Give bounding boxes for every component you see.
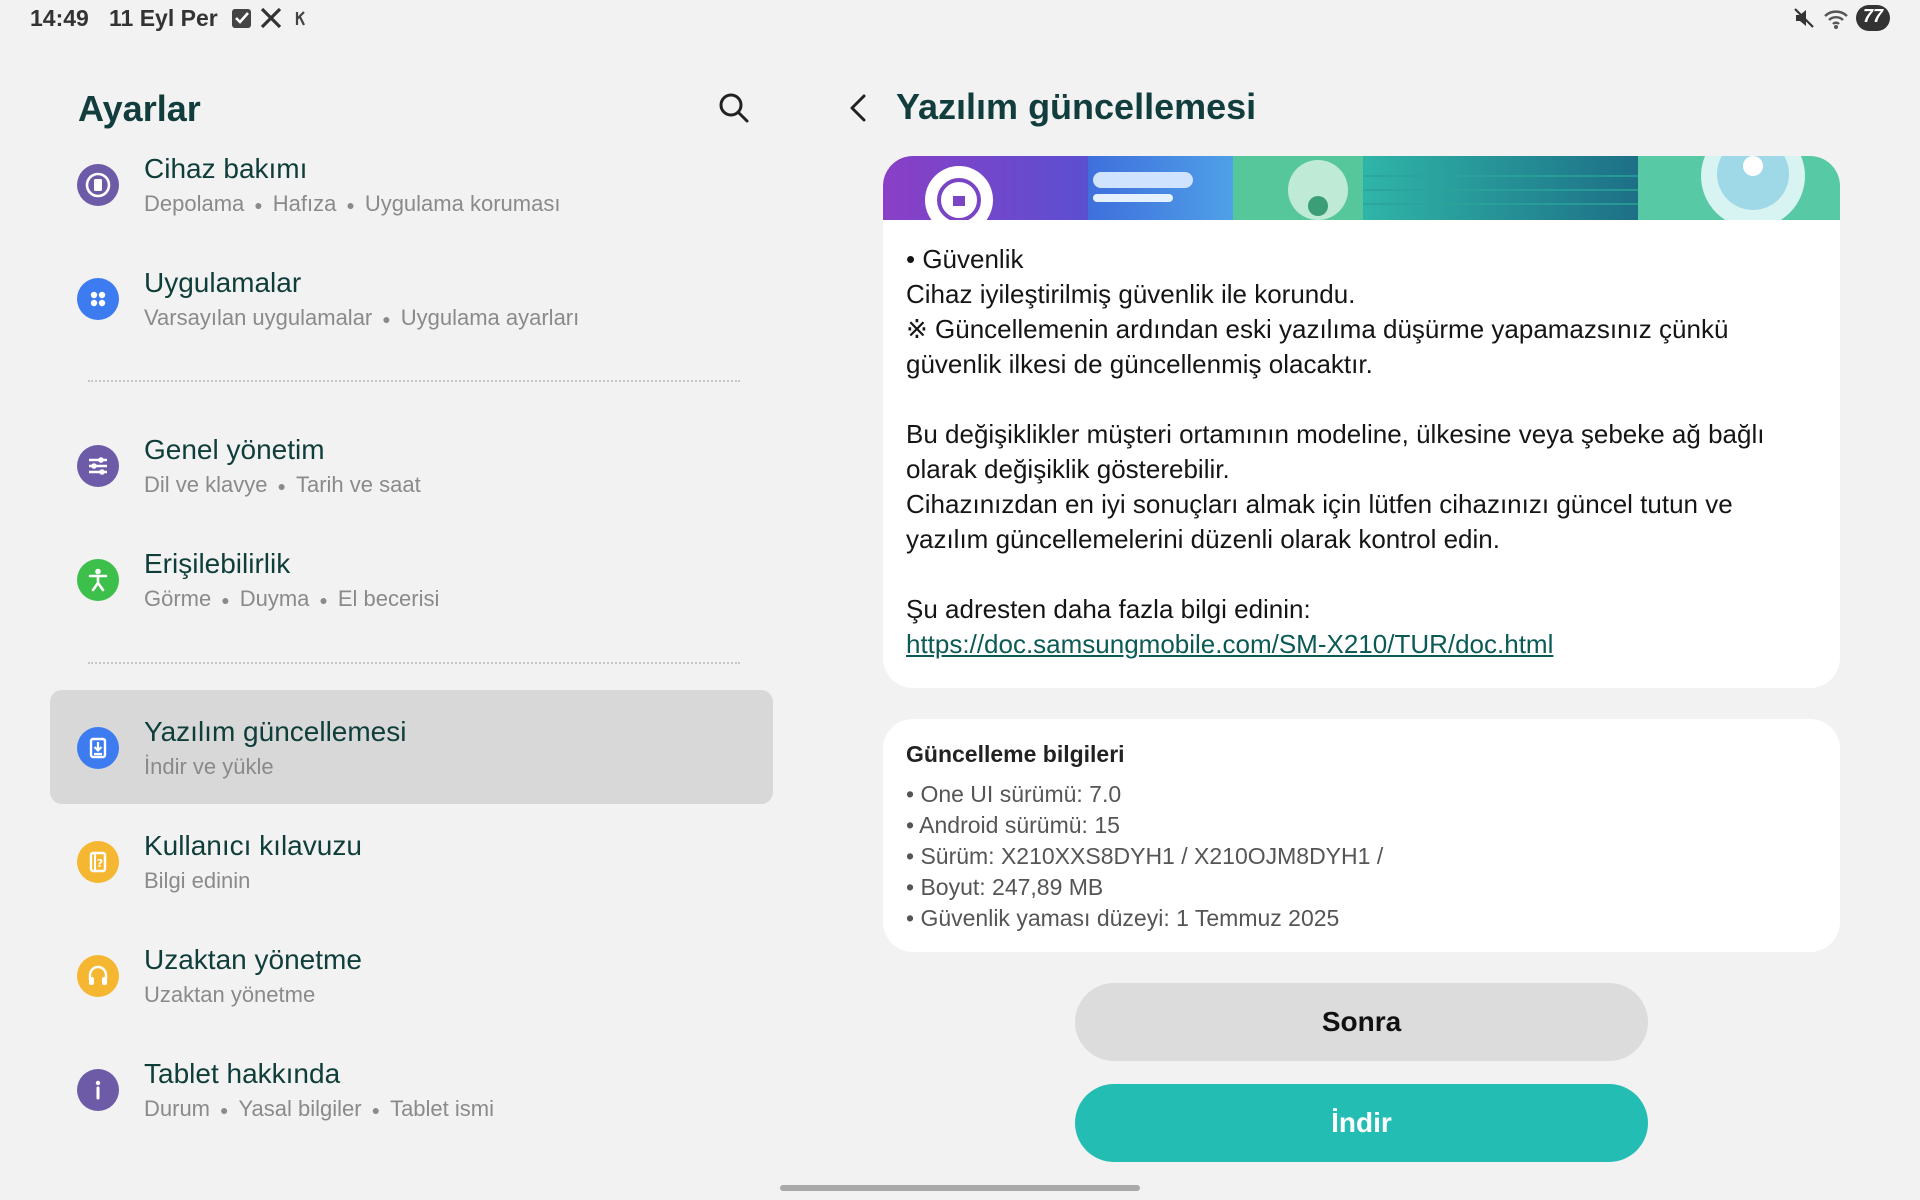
x-logo-icon (260, 7, 282, 29)
mute-icon (1794, 8, 1814, 28)
release-notes-text: • Güvenlik Cihaz iyileştirilmiş güvenlik… (906, 242, 1817, 662)
item-title: Uygulamalar (144, 267, 302, 298)
item-subtitle: Bilgi edinin (144, 868, 251, 893)
date: 11 Eyl Per (109, 5, 218, 31)
item-subtitle: Görme ● Duyma ● El becerisi (144, 586, 440, 611)
clock: 14:49 (30, 5, 89, 31)
accessibility-icon (77, 559, 119, 601)
section-divider (88, 662, 740, 664)
update-page-title: Yazılım güncellemesi (896, 86, 1257, 127)
note-line: Cihazınızdan en iyi sonuçları almak için… (906, 489, 1733, 519)
status-bar: 14:49 11 Eyl Per 77 (0, 0, 1920, 40)
note-line: yazılım güncellemelerini düzenli olarak … (906, 524, 1500, 554)
info-icon (77, 1069, 119, 1111)
device-care-icon (77, 164, 119, 206)
note-line: Bu değişiklikler müşteri ortamının model… (906, 419, 1765, 449)
info-item: • Android sürümü: 15 (906, 812, 1120, 838)
note-line: olarak değişiklik gösterebilir. (906, 454, 1230, 484)
search-icon[interactable] (716, 90, 752, 126)
item-subtitle: Varsayılan uygulamalar ● Uygulama ayarları (144, 305, 580, 330)
checkbox-icon (232, 9, 251, 28)
gesture-nav-handle[interactable] (780, 1185, 1140, 1191)
security-line: ※ Güncellemenin ardından eski yazılıma d… (906, 314, 1729, 344)
settings-item-user-manual[interactable]: ? Kullanıcı kılavuzu Bilgi edinin (50, 804, 773, 918)
settings-item-about-tablet[interactable]: Tablet hakkında Durum ● Yasal bilgiler ● Tab… (50, 1032, 773, 1146)
item-subtitle: İndir ve yükle (144, 754, 274, 779)
svg-text:?: ? (97, 857, 103, 870)
settings-item-remote-support[interactable]: Uzaktan yönetme Uzaktan yönetme (50, 918, 773, 1032)
security-heading: • Güvenlik (906, 244, 1024, 274)
software-update-icon (77, 727, 119, 769)
wifi-icon (1824, 10, 1848, 29)
sliders-icon (77, 445, 119, 487)
later-button[interactable]: Sonra (1075, 983, 1648, 1061)
user-manual-icon: ? (77, 841, 119, 883)
info-item: • One UI sürümü: 7.0 (906, 781, 1122, 807)
item-title: Kullanıcı kılavuzu (144, 830, 362, 861)
update-info-title: Güncelleme bilgileri (906, 741, 1125, 767)
item-title: Genel yönetim (144, 434, 325, 465)
settings-item-general-management[interactable]: Genel yönetim Dil ve klavye ● Tarih ve saa… (50, 408, 773, 522)
settings-item-device-care[interactable]: Cihaz bakımı Depolama ● Hafıza ● Uygulama ko… (50, 127, 773, 241)
security-line: Cihaz iyileştirilmiş güvenlik ile korund… (906, 279, 1356, 309)
update-banner-image (883, 156, 1840, 220)
info-item: • Sürüm: X210XXS8DYH1 / X210OJM8DYH1 / (906, 843, 1384, 869)
item-title: Tablet hakkında (144, 1058, 341, 1089)
battery-level: 77 (1862, 6, 1884, 26)
download-button[interactable]: İndir (1075, 1084, 1648, 1162)
item-title: Erişilebilirlik (144, 548, 291, 579)
back-arrow-icon[interactable] (840, 88, 876, 128)
item-title: Yazılım güncellemesi (144, 716, 407, 747)
settings-item-apps[interactable]: Uygulamalar Varsayılan uygulamalar ● Uygul… (50, 241, 773, 355)
settings-item-software-update[interactable]: Yazılım güncellemesi İndir ve yükle (50, 690, 773, 804)
item-title: Cihaz bakımı (144, 153, 308, 184)
item-subtitle: Uzaktan yönetme (144, 982, 316, 1007)
k-icon (295, 11, 305, 26)
item-subtitle: Dil ve klavye ● Tarih ve saat (144, 472, 421, 497)
update-info-list: • One UI sürümü: 7.0 • Android sürümü: 1… (906, 779, 1383, 934)
item-title: Uzaktan yönetme (144, 944, 362, 975)
apps-icon (77, 278, 119, 320)
settings-item-accessibility[interactable]: Erişilebilirlik Görme ● Duyma ● El becerisi (50, 522, 773, 636)
update-info-card: Güncelleme bilgileri • One UI sürümü: 7.… (883, 719, 1840, 952)
security-line: güvenlik ilkesi de güncellenmiş olacaktı… (906, 349, 1373, 379)
headset-icon (77, 955, 119, 997)
section-divider (88, 380, 740, 382)
item-subtitle: Durum ● Yasal bilgiler ● Tablet ismi (144, 1096, 494, 1121)
page-title: Ayarlar (78, 88, 201, 129)
more-info-link[interactable]: https://doc.samsungmobile.com/SM-X210/TU… (906, 629, 1553, 659)
release-notes-card: • Güvenlik Cihaz iyileştirilmiş güvenlik… (883, 156, 1840, 688)
info-item: • Boyut: 247,89 MB (906, 874, 1104, 900)
item-subtitle: Depolama ● Hafıza ● Uygulama koruması (144, 191, 561, 216)
more-info-label: Şu adresten daha fazla bilgi edinin: (906, 594, 1311, 624)
info-item: • Güvenlik yaması düzeyi: 1 Temmuz 2025 (906, 905, 1340, 931)
